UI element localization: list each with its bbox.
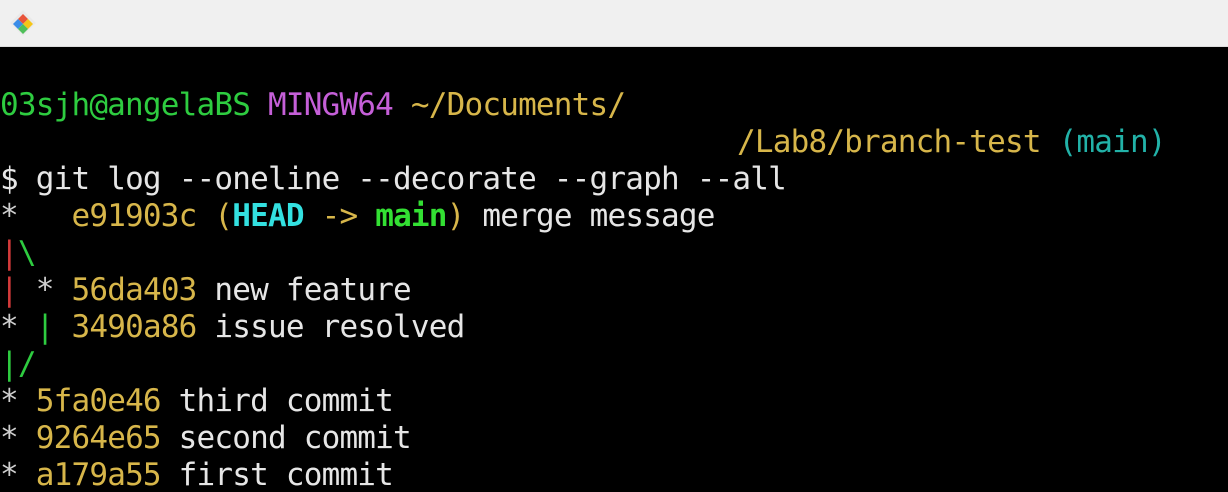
commit-hash: e91903c [71,198,197,234]
commit-message: new feature [214,272,411,308]
prompt-symbol: $ [0,161,19,197]
graph-star: * [0,383,19,419]
commit-hash: 9264e65 [35,420,162,456]
command-text: git log --oneline --decorate --graph --a… [35,161,787,197]
prompt-line: 03sjh@angelaBS MINGW64 ~/Documents/ [0,87,626,124]
terminal-output[interactable]: 03sjh@angelaBS MINGW64 ~/Documents/ /Lab… [0,47,1228,492]
graph-split-row: |\ [0,235,37,272]
commit-message: third commit [178,383,394,419]
prompt-path: ~/Documents/ [410,87,626,123]
prompt-user-host: 03sjh@angelaBS [0,87,251,123]
graph-bar: | [0,346,19,382]
log-row-feature: | * 56da403 new feature [0,272,412,309]
graph-star: * [0,198,54,234]
prompt-line-wrap: /Lab8/branch-test (main) [0,124,1228,161]
prompt-msystem: MINGW64 [267,87,394,123]
graph-bar: | [0,235,19,271]
graph-star: * [0,420,19,456]
commit-hash: 5fa0e46 [35,383,162,419]
graph-bar: | [0,272,19,308]
graph-star: * [0,309,19,345]
commit-hash: 56da403 [71,272,198,308]
graph-join: / [17,346,37,382]
ref-close-paren: ) [446,198,466,234]
ref-open-paren: ( [214,198,233,234]
ref-head: HEAD [232,198,304,234]
graph-join-row: |/ [0,346,37,383]
commit-hash: a179a55 [35,457,162,492]
prompt-path-continued: /Lab8/branch-test [737,124,1041,160]
commit-message: merge message [482,198,715,234]
commit-message: second commit [178,420,412,456]
git-bash-icon[interactable] [8,8,38,38]
commit-message: issue resolved [214,309,465,345]
prompt-branch: (main) [1058,124,1167,160]
log-row: * 5fa0e46 third commit [0,383,394,420]
graph-star: * [0,457,19,492]
ref-branch-main: main [375,198,447,234]
log-row: * a179a55 first commit [0,457,394,492]
log-row-merge: * e91903c (HEAD -> main) merge message [0,198,715,235]
log-row-issue: * | 3490a86 issue resolved [0,309,465,346]
graph-bar: | [35,309,55,345]
commit-message: first commit [178,457,394,492]
graph-split: \ [17,235,37,271]
window-titlebar [0,0,1228,47]
commit-hash: 3490a86 [71,309,198,345]
ref-arrow: -> [303,198,376,234]
graph-star: * [35,272,55,308]
log-row: * 9264e65 second commit [0,420,412,457]
command-line: $ git log --oneline --decorate --graph -… [0,161,787,198]
